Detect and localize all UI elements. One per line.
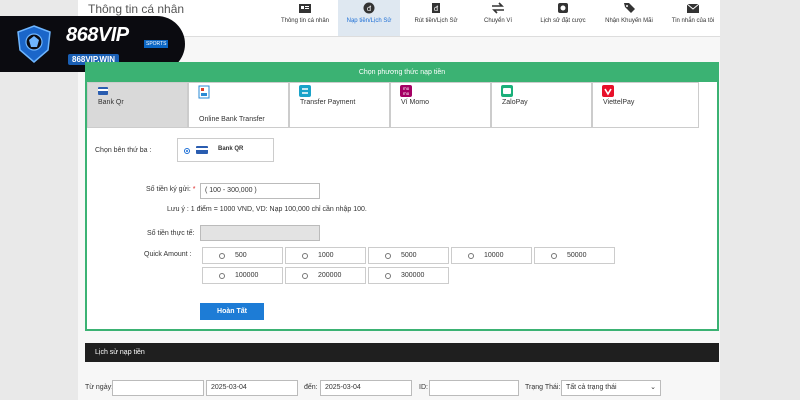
method-transfer-payment[interactable]: Transfer Payment [289,82,390,128]
tab-deposit-history[interactable]: đ Nạp tiền/Lịch Sử [338,0,400,36]
quick-amount-radio[interactable] [551,253,557,259]
amount-label: Số tiền ký gửi: * [146,186,196,193]
tab-withdraw-history[interactable]: đ Rút tiền/Lịch Sử [406,0,466,36]
actual-amount-field [200,225,320,241]
tab-label: Rút tiền/Lịch Sử [414,18,458,24]
from-date-label: Từ ngày: [85,384,114,391]
id-card-icon [299,4,311,13]
to-date-label: đến: [304,384,318,391]
quick-amount-radio[interactable] [385,253,391,259]
zalopay-icon [501,85,513,97]
quick-amount-10000[interactable]: 10000 [451,247,532,264]
lion-shield-icon [17,25,51,63]
quick-amount-radio[interactable] [385,273,391,279]
method-zalopay[interactable]: ZaloPay [491,82,592,128]
chevron-down-icon: ⌄ [650,384,656,391]
quick-amount-radio[interactable] [468,253,474,259]
from-date-filter[interactable] [112,380,204,396]
method-momo[interactable]: mo mo Ví Momo [390,82,491,128]
quick-amount-500[interactable]: 500 [202,247,283,264]
tab-messages[interactable]: Tin nhắn của tôi [664,0,722,36]
tab-label: Tin nhắn của tôi [671,18,715,24]
bank-qr-icon [98,87,108,95]
momo-icon: momo [400,85,412,97]
method-bank-qr[interactable]: Bank Qr [87,82,188,128]
quick-amount-1000[interactable]: 1000 [285,247,366,264]
brand-name: 868VIP [66,24,129,46]
tab-label: Nhận Khuyến Mãi [605,18,653,24]
method-label: ZaloPay [502,99,528,106]
tab-label: Thông tin cá nhân [280,18,330,24]
third-party-label: Chọn bên thứ ba : [95,147,152,154]
status-label: Trạng Thái: [525,384,561,391]
tab-label: Chuyển Ví [483,18,513,24]
transfer-arrows-icon [492,2,504,14]
svg-text:mo: mo [403,91,410,96]
tab-personal-info[interactable]: Thông tin cá nhân [276,0,334,36]
tab-label: Nạp tiền/Lịch Sử [346,18,392,24]
method-online-bank-transfer[interactable]: Online Bank Transfer [188,82,289,128]
quick-amount-radio[interactable] [302,273,308,279]
quick-amount-radio[interactable] [219,253,225,259]
actual-amount-label: Số tiền thực tế: [147,230,195,237]
third-party-option-bank-qr[interactable]: Bank QR [177,138,274,162]
bet-history-icon [558,3,568,13]
quick-amount-200000[interactable]: 200000 [285,267,366,284]
transfer-payment-icon [299,85,311,97]
deposit-history-header: Lịch sử nạp tiền [85,343,719,362]
submit-deposit-button[interactable]: Hoàn Tất [200,303,264,320]
withdraw-icon: đ [432,3,440,13]
method-label: Ví Momo [401,99,430,106]
end-date-input[interactable]: 2025-03-04 [320,380,412,396]
deposit-panel: Chọn phương thức nạp tiền Bank Qr Online… [85,62,719,331]
start-date-input[interactable]: 2025-03-04 [206,380,298,396]
quick-amount-5000[interactable]: 5000 [368,247,449,264]
method-label: ViettelPay [603,99,635,106]
third-party-radio[interactable] [184,148,190,154]
amount-input[interactable]: ( 100 - 300,000 ) [200,183,320,199]
brand-sports-tag: SPORTS [144,40,169,48]
tag-icon [624,3,635,13]
tab-bet-history[interactable]: Lịch sử đặt cược [532,0,594,36]
deposit-coin-icon: đ [363,2,375,14]
quick-amount-radio[interactable] [302,253,308,259]
svg-text:đ: đ [434,5,439,13]
tab-label: Lịch sử đặt cược [540,18,586,24]
online-bank-icon [198,85,210,99]
svg-text:đ: đ [367,5,372,13]
tab-wallet-transfer[interactable]: Chuyển Ví [472,0,524,36]
method-viettelpay[interactable]: ViettelPay [592,82,699,128]
id-filter-input[interactable] [429,380,519,396]
deposit-note: Lưu ý : 1 điểm = 1000 VND, VD: Nạp 100,0… [167,206,367,213]
quick-amount-50000[interactable]: 50000 [534,247,615,264]
tab-promotions[interactable]: Nhận Khuyến Mãi [600,0,658,36]
quick-amount-100000[interactable]: 100000 [202,267,283,284]
quick-amount-300000[interactable]: 300000 [368,267,449,284]
id-label: ID: [419,384,428,391]
page-title: Thông tin cá nhân [88,2,185,16]
quick-amount-radio[interactable] [219,273,225,279]
viettelpay-icon [602,85,614,97]
deposit-panel-title: Chọn phương thức nạp tiền [87,64,717,82]
status-select[interactable]: Tất cả trạng thái ⌄ [561,380,661,396]
method-label: Bank Qr [98,99,124,106]
bank-card-icon [196,146,208,154]
status-select-value: Tất cả trạng thái [566,384,617,391]
mail-icon [686,3,700,13]
method-label: Online Bank Transfer [199,116,265,123]
method-label: Transfer Payment [300,99,356,106]
third-party-option-label: Bank QR [218,146,244,152]
quick-amount-label: Quick Amount : [144,251,192,258]
